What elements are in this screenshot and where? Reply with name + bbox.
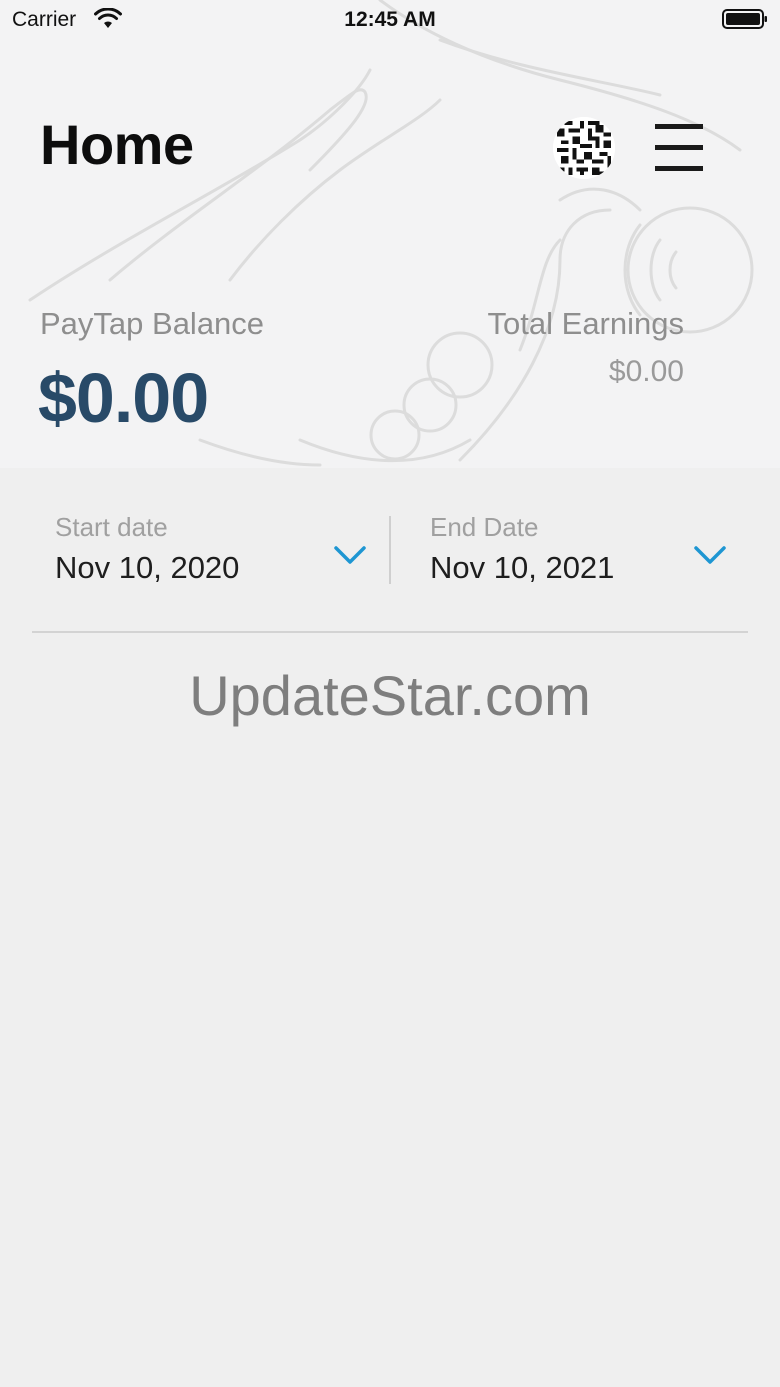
battery-icon <box>722 9 767 29</box>
menu-button[interactable] <box>654 122 704 174</box>
chevron-down-icon <box>334 546 366 564</box>
page-title: Home <box>40 113 194 176</box>
start-date-label: Start date <box>55 512 168 542</box>
watermark-text: UpdateStar.com <box>189 664 591 727</box>
start-date-picker[interactable]: Start date Nov 10, 2020 <box>0 468 389 608</box>
earnings-amount: $0.00 <box>608 355 684 388</box>
status-bar: Carrier 12:45 AM <box>0 0 780 40</box>
earnings-label: Total Earnings <box>487 306 684 341</box>
start-date-value: Nov 10, 2020 <box>55 550 240 585</box>
qr-code-button[interactable] <box>553 117 615 179</box>
end-date-label: End Date <box>430 512 539 542</box>
hero-section: Carrier 12:45 AM Home PayTap Balance $0.… <box>0 0 780 468</box>
balance-label: PayTap Balance <box>40 306 265 341</box>
date-filter: Start date Nov 10, 2020 End Date Nov 10,… <box>0 468 780 634</box>
chevron-down-icon <box>694 546 726 564</box>
hamburger-menu-icon <box>655 124 703 171</box>
divider-line <box>32 631 748 633</box>
end-date-value: Nov 10, 2021 <box>430 550 615 585</box>
qr-code-icon <box>553 117 615 179</box>
status-time: 12:45 AM <box>344 8 436 31</box>
end-date-picker[interactable]: End Date Nov 10, 2021 <box>391 468 780 608</box>
balance-amount: $0.00 <box>38 359 209 437</box>
